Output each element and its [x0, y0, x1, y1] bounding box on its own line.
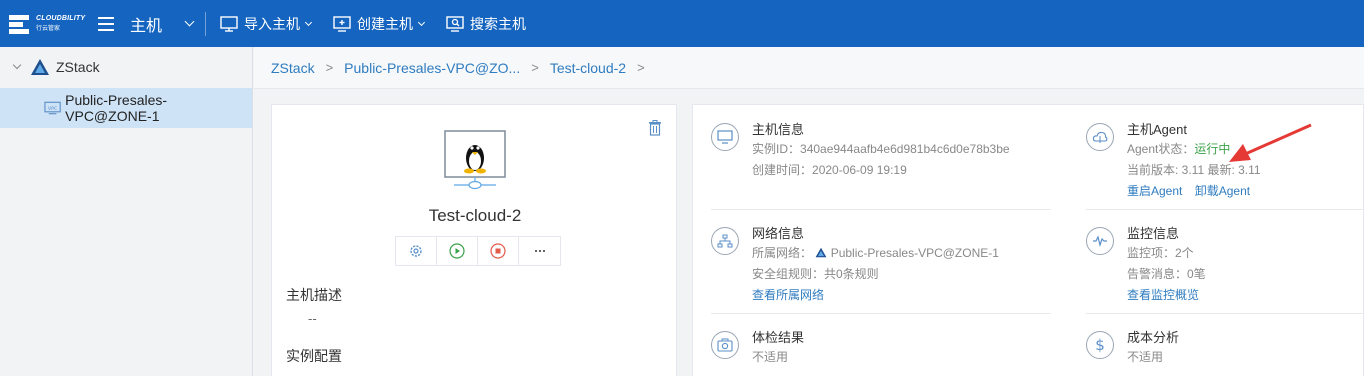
search-host-label: 搜索主机 [470, 15, 527, 32]
host-summary-card: Test-cloud-2 主机描述 -- 实例配置 [271, 104, 677, 376]
monitor-icon [711, 123, 739, 151]
security-rules-text: 安全组规则：共0条规则 [752, 267, 879, 281]
zstack-logo-icon [31, 59, 49, 75]
view-network-link[interactable]: 查看所属网络 [752, 288, 824, 302]
tree-root-label: ZStack [56, 59, 100, 75]
top-navbar: CLOUDBILITY 行云管家 主机 导入主机 创建主机 搜索主机 [0, 0, 1364, 47]
chevron-down-icon [304, 18, 313, 26]
more-actions-button[interactable] [519, 237, 560, 265]
network-label: 所属网络： [752, 246, 813, 260]
tree-node-zstack[interactable]: ZStack [0, 47, 252, 87]
caret-down-icon[interactable] [12, 60, 22, 70]
more-dots-icon [534, 250, 545, 252]
brand-line1: CLOUDBILITY [36, 14, 86, 22]
instance-id-label: 实例ID： [752, 142, 801, 156]
camera-check-icon [711, 331, 739, 359]
cost-analysis-title: 成本分析 [1127, 330, 1180, 345]
breadcrumb-item-zstack[interactable]: ZStack [271, 60, 315, 76]
breadcrumb-item-vpc[interactable]: Public-Presales-VPC@ZO... [344, 60, 520, 76]
breadcrumb-item-host[interactable]: Test-cloud-2 [550, 60, 626, 76]
settings-button[interactable] [396, 237, 437, 265]
search-host-button[interactable]: 搜索主机 [446, 14, 526, 34]
stop-icon [490, 243, 506, 259]
network-value: Public-Presales-VPC@ZONE-1 [830, 246, 999, 260]
dollar-icon: $ [1086, 331, 1114, 359]
monitor-info-title: 监控信息 [1127, 226, 1180, 241]
svg-text:VPC: VPC [48, 106, 58, 112]
network-topology-icon [711, 227, 739, 255]
view-monitor-link[interactable]: 查看监控概览 [1127, 288, 1199, 302]
annotation-arrow-icon [1229, 123, 1312, 162]
import-host-label: 导入主机 [244, 15, 301, 32]
tree-node-vpc[interactable]: VPC Public-Presales-VPC@ZONE-1 [0, 88, 252, 128]
tree-child-label: Public-Presales-VPC@ZONE-1 [65, 92, 168, 124]
monitor-add-icon [333, 15, 351, 32]
cost-analysis-value: 不适用 [1127, 350, 1164, 364]
section-divider [1086, 209, 1364, 210]
create-host-label: 创建主机 [357, 15, 414, 32]
alert-messages-text: 告警消息：0笔 [1127, 267, 1206, 281]
created-time-value: 2020-06-09 19:19 [812, 163, 907, 177]
monitor-search-icon [446, 15, 464, 32]
brand-logo[interactable]: CLOUDBILITY 行云管家 [0, 12, 96, 36]
uninstall-agent-link[interactable]: 卸载Agent [1195, 184, 1250, 198]
sidebar-tree: ZStack VPC Public-Presales-VPC@ZONE-1 [0, 47, 253, 376]
breadcrumb-separator: > [637, 60, 645, 75]
breadcrumb: ZStack > Public-Presales-VPC@ZO... > Tes… [254, 47, 1364, 89]
host-info-title: 主机信息 [752, 122, 805, 137]
hamburger-menu-icon[interactable] [98, 16, 114, 31]
monitor-items-text: 监控项：2个 [1127, 246, 1194, 260]
toolbar-divider [205, 11, 207, 36]
host-info-card: 主机信息 实例ID：340ae944aafb4e6d981b4c6d0e78b3… [692, 104, 1364, 376]
host-name: Test-cloud-2 [428, 206, 522, 225]
chevron-down-icon [417, 18, 426, 26]
vpc-network-icon: VPC [44, 101, 61, 115]
monitor-import-icon [220, 15, 238, 32]
host-action-group [395, 236, 561, 266]
instance-id-value: 340ae944aafb4e6d981b4c6d0e78b3be [800, 142, 1010, 156]
section-divider [711, 209, 1051, 210]
breadcrumb-separator: > [325, 60, 334, 75]
gear-icon [410, 245, 422, 257]
section-divider [1086, 313, 1364, 314]
health-check-value: 不适用 [752, 350, 789, 364]
module-dropdown-chevron-icon[interactable] [184, 16, 195, 27]
stop-button[interactable] [478, 237, 519, 265]
cloud-agent-icon [1086, 123, 1114, 151]
section-divider [711, 313, 1051, 314]
create-host-button[interactable]: 创建主机 [333, 14, 426, 34]
description-label: 主机描述 [286, 287, 342, 303]
health-check-title: 体检结果 [752, 330, 805, 345]
page-module-title: 主机 [130, 17, 163, 35]
brand-line2: 行云管家 [36, 25, 61, 32]
restart-agent-link[interactable]: 重启Agent [1127, 184, 1182, 198]
zstack-logo-icon [815, 247, 827, 258]
import-host-button[interactable]: 导入主机 [220, 14, 313, 34]
breadcrumb-separator: > [531, 60, 539, 75]
description-value: -- [308, 311, 317, 326]
created-time-label: 创建时间： [752, 163, 813, 177]
agent-status-label: Agent状态： [1127, 142, 1195, 156]
start-button[interactable] [437, 237, 478, 265]
play-icon [449, 243, 465, 259]
instance-config-label: 实例配置 [286, 348, 342, 364]
network-info-title: 网络信息 [752, 226, 805, 241]
linux-vm-icon [444, 130, 506, 195]
pulse-monitor-icon [1086, 227, 1114, 255]
trash-icon[interactable] [648, 120, 662, 139]
cloudbility-logo-icon [8, 12, 32, 36]
